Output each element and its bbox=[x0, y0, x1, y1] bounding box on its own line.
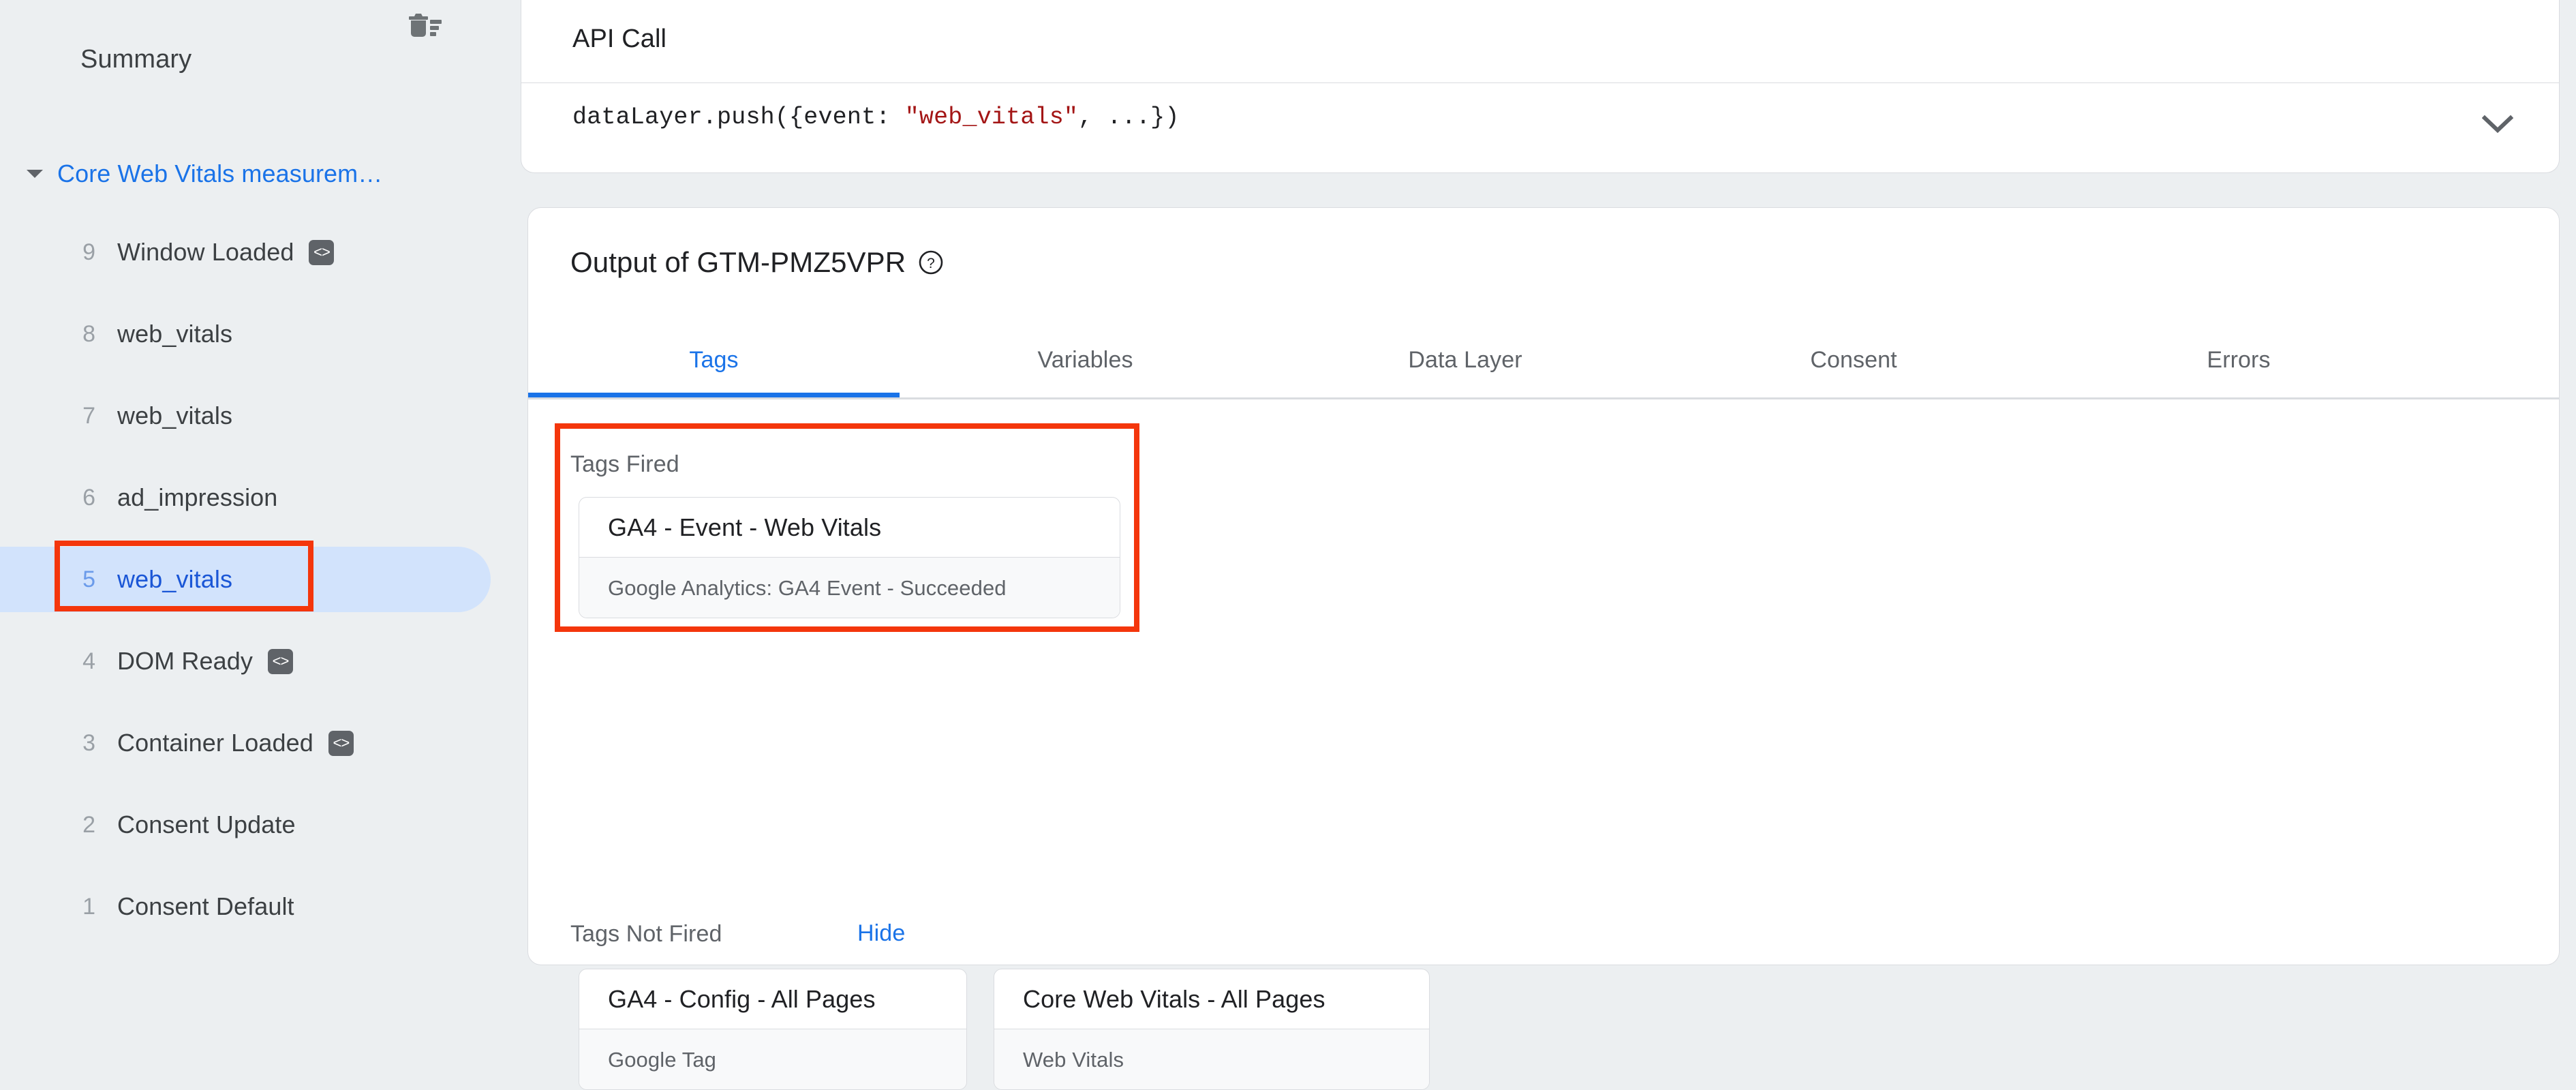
code-badge-icon: <> bbox=[309, 239, 335, 265]
tag-card-title: Core Web Vitals - All Pages bbox=[1023, 984, 1325, 1013]
sidebar-event-9[interactable]: 9 Window Loaded <> bbox=[0, 211, 518, 293]
event-name: Container Loaded bbox=[117, 729, 313, 757]
tag-card-not-fired[interactable]: GA4 - Config - All Pages Google Tag bbox=[579, 969, 967, 1090]
code-string: "web_vitals" bbox=[904, 104, 1079, 131]
tab-errors[interactable]: Errors bbox=[2048, 322, 2429, 397]
tag-card-title: GA4 - Config - All Pages bbox=[608, 984, 876, 1013]
chevron-down-icon[interactable] bbox=[2476, 102, 2519, 146]
code-badge-icon: <> bbox=[328, 730, 354, 756]
event-index: 3 bbox=[82, 729, 95, 756]
sidebar-group-label: Core Web Vitals measurem… bbox=[57, 160, 383, 187]
sidebar-event-1[interactable]: 1 Consent Default bbox=[0, 866, 518, 948]
event-name: web_vitals bbox=[117, 320, 233, 348]
api-call-code: dataLayer.push({event: "web_vitals", ...… bbox=[572, 104, 1180, 131]
sidebar-event-3[interactable]: 3 Container Loaded <> bbox=[0, 702, 518, 784]
tab-label: Tags bbox=[689, 346, 739, 373]
event-name: DOM Ready bbox=[117, 647, 253, 675]
output-title-wrap: Output of GTM-PMZ5VPR ? bbox=[570, 246, 944, 279]
tags-not-fired-list: GA4 - Config - All Pages Google Tag Core W… bbox=[579, 969, 1430, 1090]
output-title: Output of GTM-PMZ5VPR bbox=[570, 246, 906, 278]
caret-down-icon[interactable] bbox=[23, 162, 46, 185]
sidebar-event-8[interactable]: 8 web_vitals bbox=[0, 293, 518, 375]
tag-card-status: Web Vitals bbox=[994, 1029, 1429, 1089]
event-name: ad_impression bbox=[117, 483, 278, 511]
event-index: 2 bbox=[82, 811, 95, 838]
tab-variables[interactable]: Variables bbox=[900, 322, 1271, 397]
tag-card-not-fired[interactable]: Core Web Vitals - All Pages Web Vitals bbox=[994, 969, 1430, 1090]
tab-active-underline bbox=[528, 393, 900, 397]
event-list: 9 Window Loaded <> 8 web_vitals 7 web_vitals 6 a… bbox=[0, 211, 518, 948]
event-index: 1 bbox=[82, 893, 95, 920]
tags-not-fired-heading: Tags Not Fired bbox=[570, 921, 722, 947]
main-panel: API Call dataLayer.push({event: "web_vit… bbox=[518, 0, 2576, 1090]
sidebar-event-6[interactable]: 6 ad_impression bbox=[0, 457, 518, 539]
event-sidebar: Summary Core Web Vitals measurem… 9 Windo… bbox=[0, 0, 518, 984]
tab-label: Errors bbox=[2207, 346, 2271, 373]
sidebar-event-7[interactable]: 7 web_vitals bbox=[0, 375, 518, 457]
summary-label: Summary bbox=[80, 44, 192, 74]
event-index: 9 bbox=[82, 239, 95, 265]
sidebar-group-core-web-vitals[interactable]: Core Web Vitals measurem… bbox=[0, 145, 491, 203]
event-name: Consent Default bbox=[117, 892, 294, 920]
sidebar-event-5[interactable]: 5 web_vitals bbox=[0, 539, 518, 620]
code-prefix: dataLayer.push({event: bbox=[572, 104, 905, 131]
tags-not-fired-hide-link[interactable]: Hide bbox=[857, 920, 905, 947]
tab-consent[interactable]: Consent bbox=[1659, 322, 2048, 397]
event-index: 5 bbox=[82, 566, 95, 592]
delete-sweep-icon[interactable] bbox=[404, 10, 445, 42]
event-index: 8 bbox=[82, 320, 95, 347]
tab-data-layer[interactable]: Data Layer bbox=[1271, 322, 1659, 397]
event-name: web_vitals bbox=[117, 402, 233, 429]
tab-label: Variables bbox=[1037, 346, 1133, 373]
code-suffix: , ...}) bbox=[1078, 104, 1180, 131]
tag-card-title: GA4 - Event - Web Vitals bbox=[608, 513, 882, 541]
sidebar-event-2[interactable]: 2 Consent Update bbox=[0, 784, 518, 866]
event-index: 7 bbox=[82, 402, 95, 429]
sidebar-event-4[interactable]: 4 DOM Ready <> bbox=[0, 620, 518, 702]
tab-label: Data Layer bbox=[1408, 346, 1522, 373]
help-circle-icon[interactable]: ? bbox=[918, 249, 944, 275]
output-tabs: Tags Variables Data Layer Consent Errors bbox=[528, 322, 2559, 399]
api-call-card: API Call dataLayer.push({event: "web_vit… bbox=[521, 0, 2560, 173]
tab-label: Consent bbox=[1810, 346, 1897, 373]
event-name: Window Loaded bbox=[117, 238, 294, 266]
tag-card-fired[interactable]: GA4 - Event - Web Vitals Google Analytic… bbox=[579, 497, 1120, 618]
divider bbox=[521, 82, 2559, 83]
event-index: 6 bbox=[82, 484, 95, 511]
event-index: 4 bbox=[82, 648, 95, 674]
event-name: Consent Update bbox=[117, 811, 296, 838]
tab-tags[interactable]: Tags bbox=[528, 322, 900, 397]
api-call-title: API Call bbox=[572, 25, 667, 53]
tab-track bbox=[528, 397, 2559, 399]
event-name: web_vitals bbox=[117, 565, 233, 593]
tags-fired-heading: Tags Fired bbox=[570, 451, 679, 477]
output-card: Output of GTM-PMZ5VPR ? Tags Variables Dat… bbox=[527, 207, 2560, 1090]
svg-text:?: ? bbox=[927, 256, 935, 271]
tag-card-status: Google Analytics: GA4 Event - Succeeded bbox=[579, 557, 1120, 618]
code-badge-icon: <> bbox=[267, 648, 293, 674]
tag-card-status: Google Tag bbox=[579, 1029, 966, 1089]
